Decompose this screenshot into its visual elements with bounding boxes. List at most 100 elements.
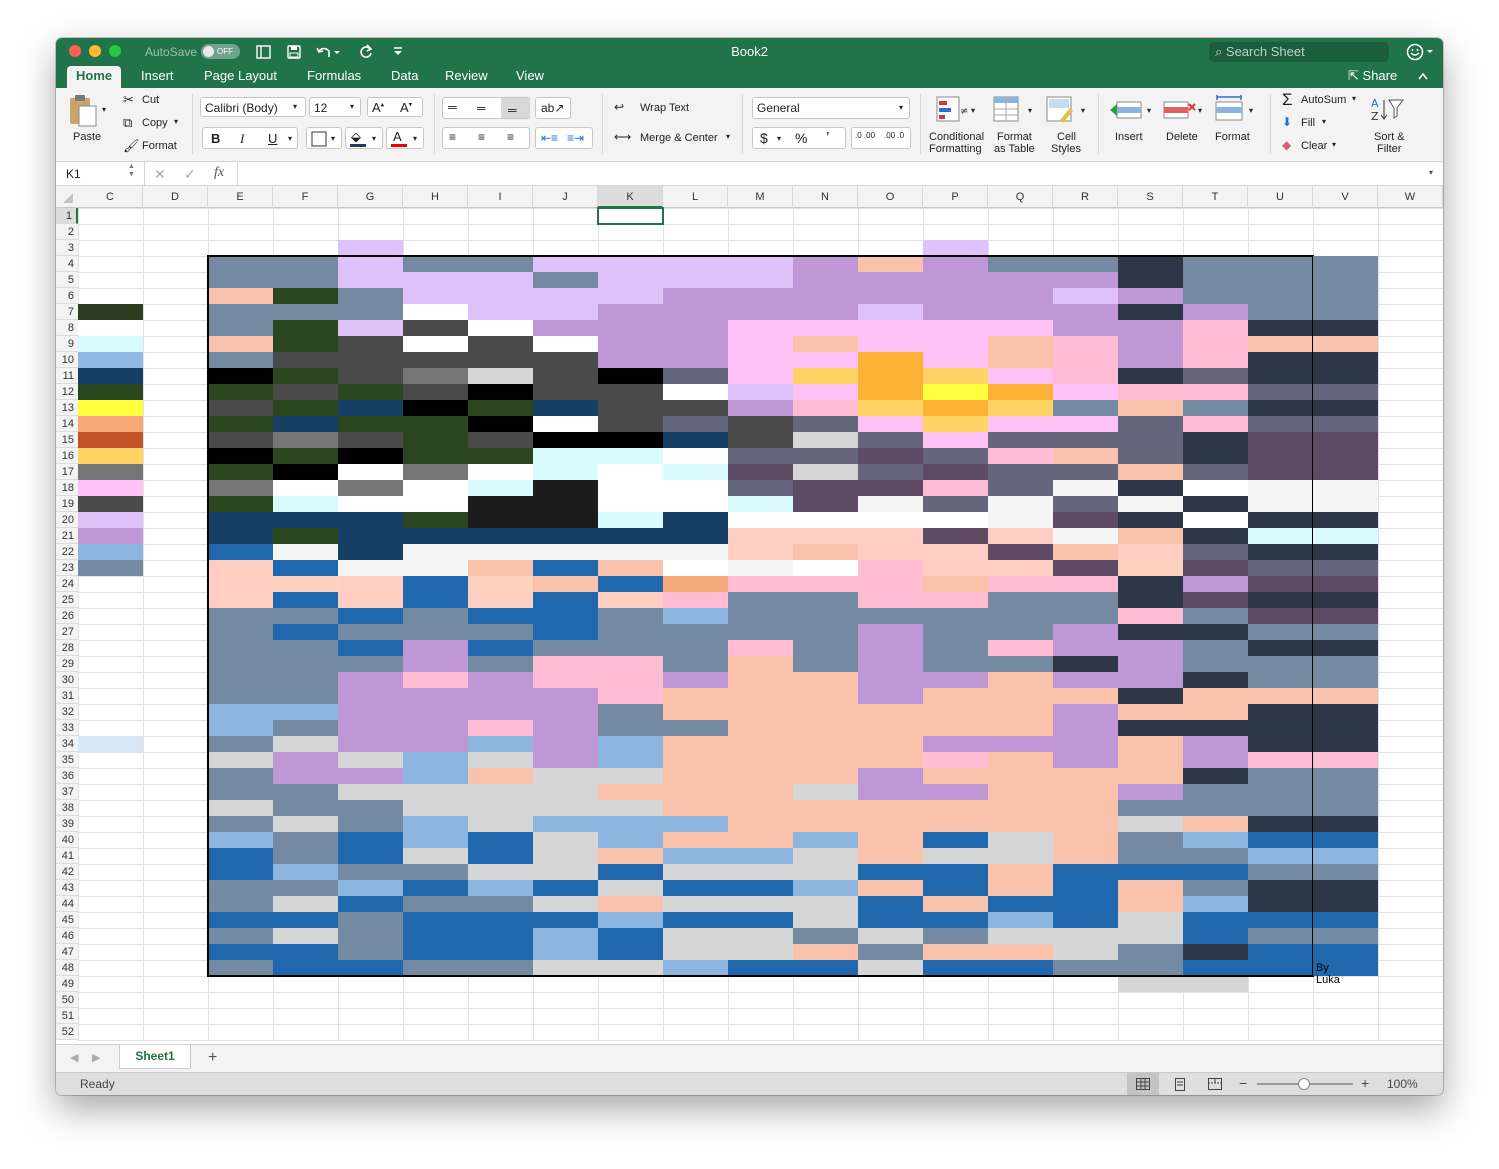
column-header-h[interactable]: H	[403, 186, 468, 208]
painting-cell[interactable]	[1313, 560, 1378, 576]
underline-dropdown-icon[interactable]: ▾	[288, 134, 292, 143]
row-header-11[interactable]: 11	[56, 368, 78, 384]
chevron-down-icon[interactable]: ▾	[1081, 106, 1085, 115]
row-header-40[interactable]: 40	[56, 832, 78, 848]
painting-cell[interactable]	[1313, 592, 1378, 608]
row-header-15[interactable]: 15	[56, 432, 78, 448]
painting-cell[interactable]	[1313, 320, 1378, 336]
zoom-slider[interactable]	[1257, 1078, 1353, 1090]
format-as-table-label[interactable]: Format	[997, 131, 1032, 143]
merge-center-icon[interactable]: ⟷	[614, 130, 631, 144]
chevron-down-icon[interactable]: ▾	[1249, 106, 1253, 115]
zoom-slider-thumb[interactable]	[1298, 1078, 1310, 1090]
painting-cell[interactable]	[1313, 448, 1378, 464]
wrap-text-button[interactable]: Wrap Text	[640, 102, 689, 114]
chevron-down-icon[interactable]: ▾	[971, 106, 975, 115]
paste-dropdown-icon[interactable]: ▾	[102, 105, 106, 114]
palette-swatch[interactable]	[78, 464, 143, 480]
zoom-in-button[interactable]: +	[1361, 1075, 1369, 1091]
normal-view-button[interactable]	[1127, 1073, 1159, 1095]
painting-cell[interactable]	[1313, 576, 1378, 592]
palette-swatch[interactable]	[78, 448, 143, 464]
eraser-icon[interactable]: ◆	[1282, 138, 1291, 152]
row-header-51[interactable]: 51	[56, 1008, 78, 1024]
chevron-down-icon[interactable]: ▾	[1352, 94, 1356, 103]
collapse-ribbon-icon[interactable]	[1418, 72, 1428, 80]
zoom-level[interactable]: 100%	[1387, 1077, 1418, 1091]
row-header-13[interactable]: 13	[56, 400, 78, 416]
painting-cell[interactable]	[1313, 752, 1378, 768]
row-header-42[interactable]: 42	[56, 864, 78, 880]
row-header-20[interactable]: 20	[56, 512, 78, 528]
row-header-8[interactable]: 8	[56, 320, 78, 336]
row-header-52[interactable]: 52	[56, 1024, 78, 1040]
row-header-22[interactable]: 22	[56, 544, 78, 560]
chevron-down-icon[interactable]: ▾	[1332, 140, 1336, 149]
cut-icon[interactable]: ✂	[123, 92, 134, 108]
paste-icon[interactable]	[68, 94, 98, 128]
painting-cell[interactable]	[1313, 352, 1378, 368]
conditional-formatting-icon[interactable]: ≠	[936, 96, 968, 124]
row-header-35[interactable]: 35	[56, 752, 78, 768]
format-cells-button[interactable]: Format	[1215, 131, 1250, 143]
painting-cell[interactable]	[1313, 656, 1378, 672]
row-header-31[interactable]: 31	[56, 688, 78, 704]
column-header-k[interactable]: K	[598, 186, 663, 208]
column-header-l[interactable]: L	[663, 186, 728, 208]
painting-cell[interactable]	[1313, 480, 1378, 496]
clear-button[interactable]: Clear	[1301, 140, 1327, 152]
align-right-icon[interactable]: ≡	[507, 130, 514, 144]
column-header-m[interactable]: M	[728, 186, 793, 208]
painting-cell[interactable]	[1313, 400, 1378, 416]
palette-swatch[interactable]	[78, 416, 143, 432]
search-sheet-input[interactable]: ⌕ Search Sheet	[1209, 42, 1389, 62]
chevron-down-icon[interactable]: ▾	[1028, 106, 1032, 115]
column-header-d[interactable]: D	[143, 186, 208, 208]
tab-home[interactable]: Home	[67, 66, 122, 88]
row-header-6[interactable]: 6	[56, 288, 78, 304]
row-header-12[interactable]: 12	[56, 384, 78, 400]
decrease-indent-icon[interactable]: ⇤≡	[541, 131, 558, 145]
palette-swatch[interactable]	[78, 384, 143, 400]
row-header-45[interactable]: 45	[56, 912, 78, 928]
palette-swatch[interactable]	[78, 368, 143, 384]
palette-swatch[interactable]	[78, 320, 143, 336]
painting-cell[interactable]	[1183, 976, 1248, 992]
tab-insert[interactable]: Insert	[141, 66, 174, 88]
column-header-w[interactable]: W	[1378, 186, 1443, 208]
sheet-tab-sheet1[interactable]: Sheet1	[119, 1045, 191, 1069]
painting-cell[interactable]	[1313, 896, 1378, 912]
painting-cell[interactable]	[1313, 272, 1378, 288]
painting-cell[interactable]	[1313, 944, 1378, 960]
palette-swatch[interactable]	[78, 736, 143, 752]
format-as-table-label-2[interactable]: as Table	[994, 143, 1035, 155]
painting-cell[interactable]	[1313, 864, 1378, 880]
row-header-27[interactable]: 27	[56, 624, 78, 640]
painting-cell[interactable]	[1313, 512, 1378, 528]
increase-indent-icon[interactable]: ≡⇥	[567, 131, 584, 145]
row-header-34[interactable]: 34	[56, 736, 78, 752]
tab-review[interactable]: Review	[445, 66, 488, 88]
name-box-stepper-icon[interactable]: ▲ ▼	[128, 163, 135, 179]
column-header-t[interactable]: T	[1183, 186, 1248, 208]
row-header-44[interactable]: 44	[56, 896, 78, 912]
painting-cell[interactable]	[1313, 928, 1378, 944]
row-header-41[interactable]: 41	[56, 848, 78, 864]
copy-button[interactable]: Copy	[142, 117, 168, 129]
row-header-33[interactable]: 33	[56, 720, 78, 736]
fill-button[interactable]: Fill	[1301, 117, 1315, 129]
painting-cell[interactable]	[1313, 736, 1378, 752]
comma-style-button[interactable]: ’	[826, 129, 829, 146]
column-header-p[interactable]: P	[923, 186, 988, 208]
column-header-o[interactable]: O	[858, 186, 923, 208]
painting-cell[interactable]	[1313, 336, 1378, 352]
currency-button[interactable]: $	[760, 130, 768, 146]
selected-cell[interactable]	[597, 207, 664, 225]
column-header-n[interactable]: N	[793, 186, 858, 208]
column-header-g[interactable]: G	[338, 186, 403, 208]
palette-swatch[interactable]	[78, 544, 143, 560]
painting-cell[interactable]	[923, 240, 988, 256]
delete-cells-icon[interactable]	[1162, 96, 1196, 122]
row-header-29[interactable]: 29	[56, 656, 78, 672]
palette-swatch[interactable]	[78, 304, 143, 320]
